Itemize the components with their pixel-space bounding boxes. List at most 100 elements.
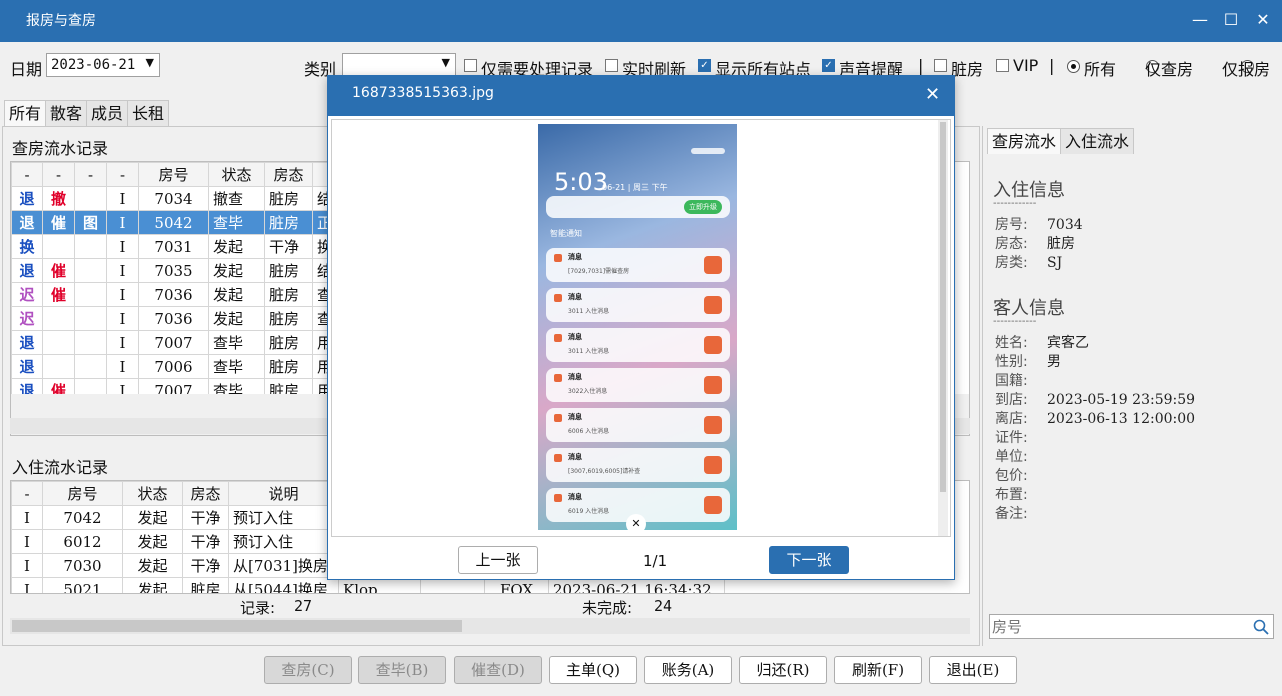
dir-cell: I [106, 234, 139, 259]
action-button[interactable]: 刷新(F) [834, 656, 922, 684]
pending-count: 24 [654, 597, 673, 615]
action-button[interactable]: 查房(C) [264, 656, 352, 684]
table-row[interactable]: 退 I 7007 查毕 脏房用 [11, 330, 338, 355]
action-button[interactable]: 查毕(B) [358, 656, 446, 684]
info-row: 离店: 2023-06-13 12:00:00 [995, 410, 1275, 429]
tab-checkin-flow[interactable]: 入住流水 [1060, 128, 1135, 154]
date-picker[interactable]: 2023-06-21 ▼ [46, 53, 160, 77]
table-row[interactable]: 换 I 7031 发起 干净换 [11, 234, 338, 259]
room-cell: 5042 [138, 210, 209, 235]
column-header[interactable]: - [106, 162, 139, 187]
vip-label: VIP [1013, 56, 1039, 75]
column-header[interactable]: 说明 [228, 481, 339, 506]
prev-image-button[interactable]: 上一张 [458, 546, 538, 574]
action-button[interactable]: 归还(R) [739, 656, 827, 684]
flag-cell: 迟 [11, 306, 43, 331]
show-all-checkbox[interactable]: ✓ [698, 59, 711, 72]
vip-checkbox[interactable] [996, 59, 1009, 72]
room-search-input[interactable] [992, 616, 1242, 637]
action-button[interactable]: 催查(D) [454, 656, 542, 684]
app-icon [554, 494, 562, 502]
column-header[interactable]: 房态 [182, 481, 229, 506]
scrollbar[interactable] [938, 120, 948, 536]
dirty-checkbox[interactable] [934, 59, 947, 72]
state-cell: 脏房 [264, 186, 313, 211]
column-header[interactable]: 状态 [208, 162, 265, 187]
minimize-icon[interactable]: — [1190, 10, 1210, 30]
tab-longstay[interactable]: 长租 [127, 100, 170, 126]
urge-cell [42, 354, 75, 379]
action-bar: 查房(C) 查毕(B) 催查(D) 主单(Q) 账务(A) 归还(R) 刷新(F) 退出(E) [0, 646, 1282, 696]
info-value: 男 [1047, 354, 1061, 370]
room-search-field[interactable] [989, 614, 1274, 639]
action-button[interactable]: 主单(Q) [549, 656, 637, 684]
pending-label: 未完成: [582, 599, 633, 617]
tab-walkin[interactable]: 散客 [45, 100, 88, 126]
phone-date: 06-21 | 周三 下午 [602, 183, 668, 192]
tab-member[interactable]: 成员 [86, 100, 129, 126]
dir-cell: I [106, 354, 139, 379]
status-cell: 撤查 [208, 186, 265, 211]
table-row[interactable]: 退催 I 7035 发起 脏房结 [11, 258, 338, 283]
table-row[interactable]: 迟 I 7036 发起 脏房查 [11, 306, 338, 331]
radio-all[interactable] [1067, 60, 1080, 73]
column-header[interactable]: 房态 [264, 162, 313, 187]
scrollbar-thumb[interactable] [940, 122, 946, 492]
separator: | [918, 56, 924, 75]
image-cell [74, 354, 107, 379]
dir-cell: I [11, 553, 43, 578]
column-header[interactable]: - [74, 162, 107, 187]
column-header[interactable]: 房号 [42, 481, 123, 506]
scrollbar-thumb[interactable] [12, 620, 462, 632]
urge-cell: 催 [42, 282, 75, 307]
info-row: 性别: 男 [995, 353, 1275, 372]
flag-cell: 迟 [11, 282, 43, 307]
column-header[interactable]: 房号 [138, 162, 209, 187]
search-icon[interactable] [1253, 619, 1269, 635]
realtime-checkbox[interactable] [605, 59, 618, 72]
sound-checkbox[interactable]: ✓ [822, 59, 835, 72]
room-cell: 7036 [138, 306, 209, 331]
app-icon [554, 294, 562, 302]
scrollbar[interactable] [10, 618, 970, 634]
close-icon[interactable]: ✕ [925, 84, 940, 105]
dir-cell: I [11, 505, 43, 530]
action-button[interactable]: 退出(E) [929, 656, 1017, 684]
close-icon[interactable]: ✕ [1253, 10, 1273, 30]
state-cell: 脏房 [264, 330, 313, 355]
action-button[interactable]: 账务(A) [644, 656, 732, 684]
notification-group-title: 智能通知 [550, 229, 582, 238]
only-pending-checkbox[interactable] [464, 59, 477, 72]
tab-check-flow[interactable]: 查房流水 [987, 128, 1062, 154]
check-table: - - - - 房号 状态 房态 退撤 I 7034 撤查 脏房结退催图 I 5042 查毕脏… [11, 162, 338, 403]
table-row[interactable]: 退撤 I 7034 撤查 脏房结 [11, 186, 338, 211]
column-header[interactable]: - [42, 162, 75, 187]
records-count: 27 [294, 597, 313, 615]
state-cell: 脏房 [182, 577, 229, 593]
next-image-button[interactable]: 下一张 [769, 546, 849, 574]
column-header[interactable]: - [11, 481, 43, 506]
room-cell: 7031 [138, 234, 209, 259]
checkin-section-title: 入住流水记录 [12, 458, 109, 477]
dismiss-icon: ✕ [626, 514, 646, 530]
chevron-down-icon: ▼ [441, 56, 450, 69]
urge-cell: 撤 [42, 186, 75, 211]
phone-screenshot-image[interactable]: 5:03 06-21 | 周三 下午 立即升级 智能通知 消息 [7029,703… [538, 124, 737, 530]
notification-title: 消息 [568, 333, 582, 341]
note-cell: 预订入住 [228, 529, 339, 554]
checkin-summary: 记录: 27 未完成: 24 [10, 594, 970, 617]
category-select[interactable]: ▼ [342, 53, 456, 77]
image-cell [74, 186, 107, 211]
state-cell: 脏房 [264, 282, 313, 307]
maximize-icon[interactable]: ☐ [1221, 10, 1241, 30]
column-header[interactable]: 状态 [122, 481, 183, 506]
table-row[interactable]: 迟催 I 7036 发起 脏房查 [11, 282, 338, 307]
table-row[interactable]: 退 I 7006 查毕 脏房用 [11, 354, 338, 379]
state-cell: 脏房 [264, 258, 313, 283]
note-cell: 从[7031]换房 [228, 553, 339, 578]
table-row[interactable]: 退催图 I 5042 查毕 脏房正 [11, 210, 338, 235]
tab-all[interactable]: 所有 [4, 100, 47, 126]
records-label: 记录: [240, 599, 276, 617]
room-cell: 7007 [138, 330, 209, 355]
column-header[interactable]: - [11, 162, 43, 187]
